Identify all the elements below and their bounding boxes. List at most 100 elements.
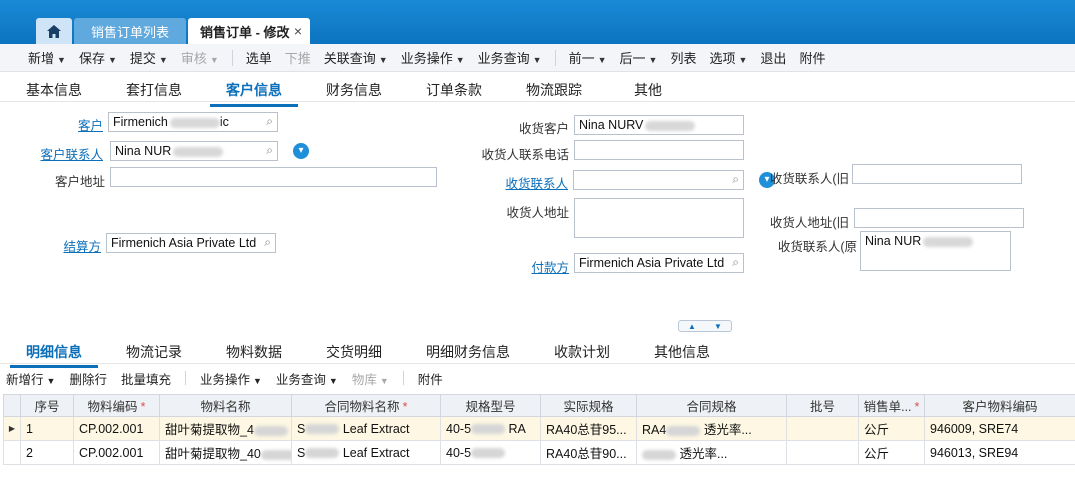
toolbar-button[interactable]: 新增 ▼ <box>28 48 66 67</box>
table-cell[interactable]: 1 <box>20 416 74 441</box>
biz-query-button[interactable]: 业务查询 ▼ <box>276 369 338 388</box>
customer-label[interactable]: 客户 <box>78 115 103 134</box>
column-header[interactable]: 实际规格 <box>540 394 637 417</box>
table-cell[interactable] <box>786 440 859 465</box>
recv-address-old-field[interactable] <box>854 208 1024 228</box>
table-cell[interactable]: RA4 透光率... <box>636 416 787 441</box>
table-cell[interactable]: 透光率... <box>636 440 787 465</box>
search-icon[interactable]: ⌕ <box>266 143 273 158</box>
table-cell[interactable]: 公斤 <box>858 440 925 465</box>
recv-contact-old-field[interactable] <box>852 164 1022 184</box>
delete-row-button[interactable]: 删除行 <box>69 369 107 388</box>
toolbar-button[interactable]: 业务查询 ▼ <box>478 48 542 67</box>
recv-address-field[interactable] <box>574 198 744 238</box>
table-cell[interactable]: CP.002.001 <box>73 416 160 441</box>
tab-logistics-tracking[interactable]: 物流跟踪 <box>526 80 582 100</box>
search-icon[interactable]: ⌕ <box>264 235 271 250</box>
table-cell[interactable]: 40-5 <box>440 440 541 465</box>
tab-order-terms[interactable]: 订单条款 <box>426 80 482 100</box>
collapse-toggle[interactable]: ▲ ▼ <box>678 320 732 332</box>
settlement-field[interactable]: Firmenich Asia Private Ltd ⌕ <box>106 233 276 253</box>
search-icon[interactable]: ⌕ <box>732 255 739 270</box>
tab-material-data[interactable]: 物料数据 <box>226 342 282 362</box>
column-header[interactable]: 规格型号 <box>440 394 541 417</box>
column-header[interactable]: 批号 <box>786 394 859 417</box>
column-header[interactable]: 序号 <box>20 394 74 417</box>
bulk-fill-button[interactable]: 批量填充 <box>121 369 171 388</box>
tab-sales-order-list[interactable]: 销售订单列表 <box>74 18 186 44</box>
table-cell[interactable]: RA40总苷95... <box>540 416 637 441</box>
table-cell[interactable]: 甜叶菊提取物_40 <box>159 440 292 465</box>
tab-detail-info[interactable]: 明细信息 <box>10 342 98 368</box>
recv-contact-field[interactable]: ⌕ <box>573 170 744 190</box>
toolbar-button[interactable]: 列表 <box>670 48 696 67</box>
tab-finance-info[interactable]: 财务信息 <box>326 80 382 100</box>
table-cell[interactable]: 946013, SRE94 <box>924 440 1075 465</box>
toolbar-button[interactable]: 审核 ▼ <box>181 48 219 67</box>
detail-grid: 序号 物料编码 * 物料名称 合同物料名称 * 规格型号 实际规格 合同规格 批号 销售单... * 客… <box>3 394 1075 465</box>
close-icon[interactable]: × <box>294 23 302 39</box>
tab-delivery-detail[interactable]: 交货明细 <box>326 342 382 362</box>
tab-collection-plan[interactable]: 收款计划 <box>554 342 610 362</box>
cell-value: RA40总苷95... <box>546 423 627 437</box>
toolbar-button[interactable]: 选单 <box>246 48 272 67</box>
tab-customer-info[interactable]: 客户信息 <box>210 80 298 107</box>
column-header[interactable]: 合同规格 <box>636 394 787 417</box>
customer-contact-field[interactable]: Nina NUR ⌕ <box>110 141 278 161</box>
tab-basic-info[interactable]: 基本信息 <box>26 80 82 100</box>
table-cell[interactable]: 40-5 RA <box>440 416 541 441</box>
recv-contact-orig-field[interactable]: Nina NUR <box>860 231 1011 271</box>
add-row-button[interactable]: 新增行 ▼ <box>6 369 55 388</box>
tab-sales-order-edit[interactable]: 销售订单 - 修改 × <box>188 18 310 44</box>
search-icon[interactable]: ⌕ <box>732 172 739 187</box>
toolbar-button[interactable]: 提交 ▼ <box>130 48 168 67</box>
attachment-button[interactable]: 附件 <box>418 369 443 388</box>
column-header[interactable]: 销售单... * <box>858 394 925 417</box>
search-icon[interactable]: ⌕ <box>266 114 273 129</box>
customer-field[interactable]: Firmenich ic ⌕ <box>108 112 278 132</box>
payer-field[interactable]: Firmenich Asia Private Ltd ⌕ <box>574 253 744 273</box>
biz-ops-button[interactable]: 业务操作 ▼ <box>200 369 262 388</box>
recv-customer-field[interactable]: Nina NURV <box>574 115 744 135</box>
tab-logistics-records[interactable]: 物流记录 <box>126 342 182 362</box>
toolbar-button[interactable]: 保存 ▼ <box>79 48 117 67</box>
customer-contact-label[interactable]: 客户联系人 <box>40 144 103 163</box>
recv-phone-field[interactable] <box>574 140 744 160</box>
column-header[interactable]: 物料名称 <box>159 394 292 417</box>
table-cell[interactable]: S Leaf Extract <box>291 440 441 465</box>
table-row[interactable]: 2 CP.002.001 甜叶菊提取物_40 S Leaf Extract 40-5 R… <box>3 440 1075 465</box>
tab-detail-finance[interactable]: 明细财务信息 <box>426 342 510 362</box>
recv-contact-label[interactable]: 收货联系人 <box>505 173 568 192</box>
payer-label[interactable]: 付款方 <box>531 257 569 276</box>
toolbar-button-label: 下推 <box>284 51 311 66</box>
toolbar-button[interactable]: 业务操作 ▼ <box>401 48 465 67</box>
table-cell[interactable]: 公斤 <box>858 416 925 441</box>
table-cell[interactable]: 946009, SRE74 <box>924 416 1075 441</box>
warehouse-button[interactable]: 物库 ▼ <box>352 369 389 388</box>
tab-other[interactable]: 其他 <box>634 80 662 100</box>
table-cell[interactable]: 甜叶菊提取物_4 <box>159 416 292 441</box>
table-cell[interactable]: 2 <box>20 440 74 465</box>
table-cell[interactable] <box>786 416 859 441</box>
column-header[interactable]: 客户物料编码 <box>924 394 1075 417</box>
toolbar-button[interactable]: 后一 ▼ <box>620 48 658 67</box>
table-row[interactable]: ▶ 1 CP.002.001 甜叶菊提取物_4 S Leaf Extract 40-5 R… <box>3 416 1075 441</box>
table-cell[interactable]: S Leaf Extract <box>291 416 441 441</box>
cell-value: S <box>297 421 306 436</box>
column-header[interactable]: 合同物料名称 * <box>291 394 441 417</box>
toolbar-button[interactable]: 选项 ▼ <box>709 48 747 67</box>
customer-address-field[interactable] <box>110 167 437 187</box>
toolbar-button[interactable]: 退出 <box>760 48 786 67</box>
toolbar-button[interactable]: 附件 <box>799 48 825 67</box>
toolbar-button[interactable]: 关联查询 ▼ <box>324 48 388 67</box>
table-cell[interactable]: RA40总苷90... <box>540 440 637 465</box>
table-cell[interactable]: CP.002.001 <box>73 440 160 465</box>
tab-other-info[interactable]: 其他信息 <box>654 342 710 362</box>
settlement-label[interactable]: 结算方 <box>63 236 101 255</box>
toolbar-button[interactable]: 下推 <box>285 48 311 67</box>
tab-print-info[interactable]: 套打信息 <box>126 80 182 100</box>
column-header[interactable]: 物料编码 * <box>73 394 160 417</box>
refresh-icon[interactable]: ▾ <box>293 143 309 159</box>
toolbar-button[interactable]: 前一 ▼ <box>569 48 607 67</box>
home-tab[interactable] <box>36 18 72 44</box>
